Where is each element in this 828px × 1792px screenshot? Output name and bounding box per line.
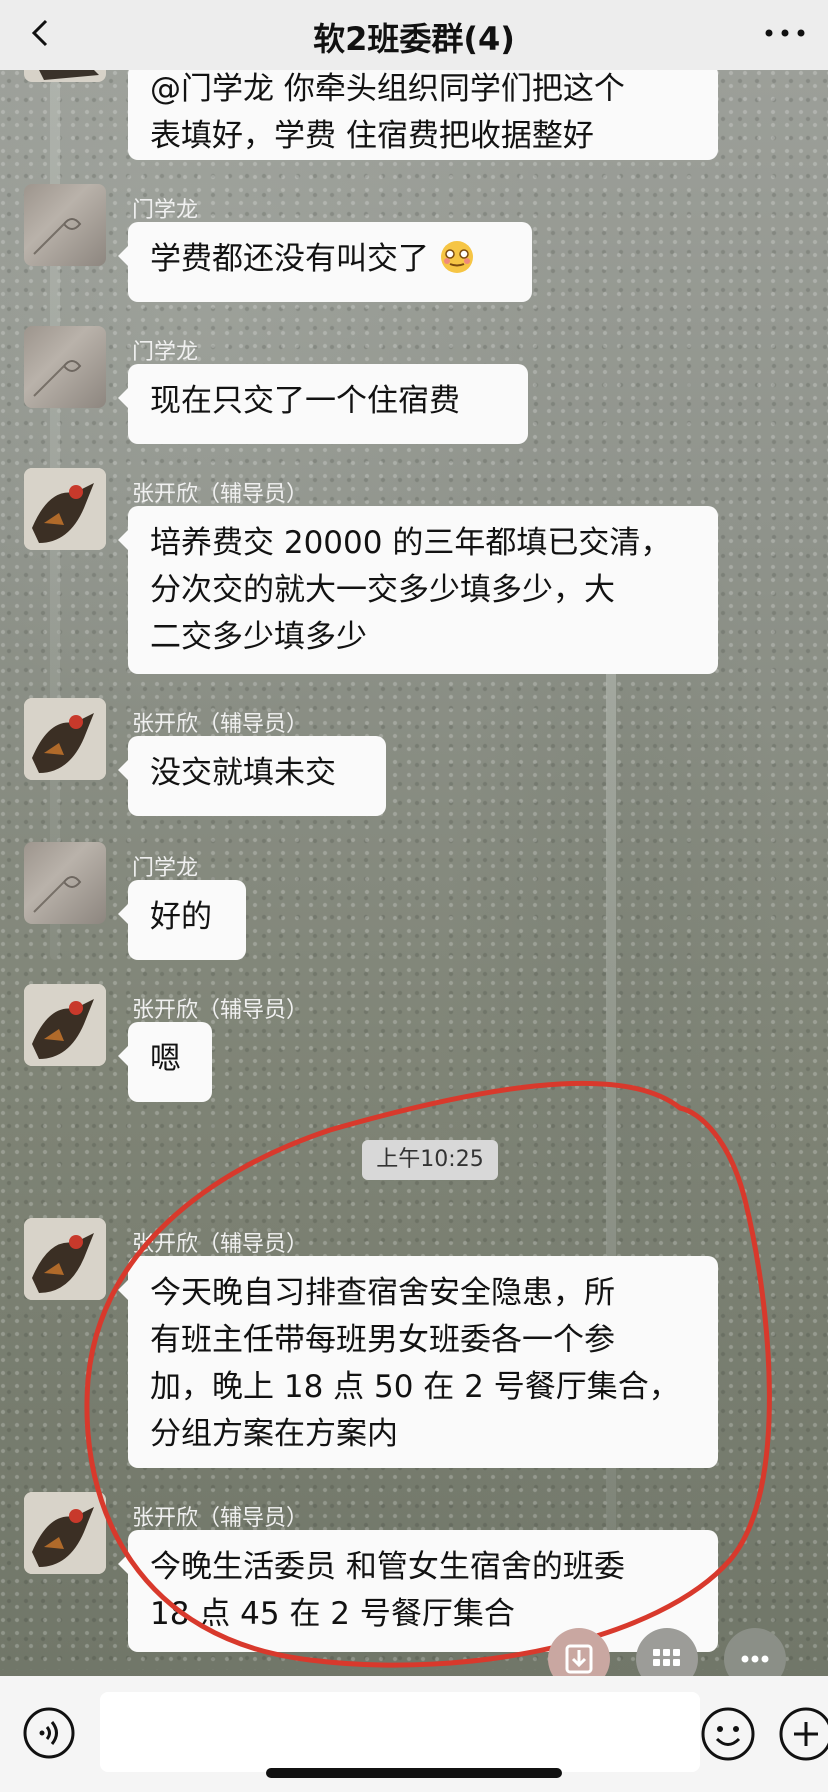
avatar[interactable]	[24, 468, 106, 550]
message-text: 没交就填未交	[150, 755, 336, 791]
avatar[interactable]	[24, 184, 106, 266]
avatar[interactable]	[24, 1492, 106, 1574]
avatar[interactable]	[24, 984, 106, 1066]
message-line: 分次交的就大一交多少填多少，大	[150, 572, 615, 608]
message-bubble[interactable]: 今天晚自习排查宿舍安全隐患，所 有班主任带每班男女班委各一个参 加，晚上 18 …	[118, 1256, 718, 1468]
sender-name: 门学龙	[132, 340, 199, 365]
message-line: 表填好，学费 住宿费把收据整好	[150, 118, 594, 154]
timestamp: 上午10:25	[362, 1140, 498, 1180]
chat-title: 软2班委群(4)	[313, 20, 515, 58]
plus-icon[interactable]	[778, 1706, 828, 1762]
avatar[interactable]	[24, 698, 106, 780]
message-line: 今天晚自习排查宿舍安全隐患，所	[150, 1275, 615, 1311]
message-line: 分组方案在方案内	[150, 1416, 398, 1452]
sender-name: 张开欣（辅导员）	[132, 482, 309, 507]
input-bar	[0, 1676, 828, 1792]
sender-name: 张开欣（辅导员）	[132, 1506, 309, 1531]
message-text: 现在只交了一个住宿费	[150, 383, 460, 419]
message-input[interactable]	[100, 1692, 700, 1772]
avatar[interactable]	[24, 842, 106, 924]
message-text: 学费都还没有叫交了	[150, 241, 429, 277]
message-bubble[interactable]: 嗯	[118, 1022, 212, 1102]
message-line: 二交多少填多少	[150, 619, 367, 655]
avatar[interactable]	[24, 326, 106, 408]
message-text: 嗯	[150, 1041, 181, 1077]
message-line: 培养费交 20000 的三年都填已交清，	[150, 525, 672, 561]
avatar[interactable]	[24, 1218, 106, 1300]
voice-icon[interactable]	[22, 1706, 76, 1760]
message-bubble[interactable]: 现在只交了一个住宿费	[118, 364, 528, 444]
message-line: 今晚生活委员 和管女生宿舍的班委	[150, 1549, 625, 1585]
message-bubble[interactable]: 好的	[118, 880, 246, 960]
message-bubble[interactable]: 没交就填未交	[118, 736, 386, 816]
home-indicator	[266, 1768, 562, 1778]
embarrassed-emoji-icon	[440, 241, 473, 273]
sender-name: 张开欣（辅导员）	[132, 1232, 309, 1257]
message-bubble[interactable]: 培养费交 20000 的三年都填已交清， 分次交的就大一交多少填多少，大 二交多…	[118, 506, 718, 674]
chat-header: 软2班委群(4)	[0, 0, 828, 70]
sender-name: 张开欣（辅导员）	[132, 712, 309, 737]
more-horizontal-icon[interactable]	[762, 18, 808, 48]
message-text: 好的	[150, 899, 212, 935]
message-line: @门学龙 你牵头组织同学们把这个	[150, 71, 625, 107]
message-bubble[interactable]: 学费都还没有叫交了	[118, 222, 532, 302]
emoji-icon[interactable]	[700, 1706, 756, 1762]
sender-name: 张开欣（辅导员）	[132, 998, 309, 1023]
message-bubble[interactable]: @门学龙 你牵头组织同学们把这个 表填好，学费 住宿费把收据整好	[128, 64, 718, 160]
sender-name: 门学龙	[132, 856, 199, 881]
message-line: 有班主任带每班男女班委各一个参	[150, 1322, 615, 1358]
message-bubble[interactable]: 今晚生活委员 和管女生宿舍的班委 18 点 45 在 2 号餐厅集合	[118, 1530, 718, 1652]
sender-name: 门学龙	[132, 198, 199, 223]
message-line: 加，晚上 18 点 50 在 2 号餐厅集合，	[150, 1369, 680, 1405]
message-line: 18 点 45 在 2 号餐厅集合	[150, 1596, 515, 1632]
